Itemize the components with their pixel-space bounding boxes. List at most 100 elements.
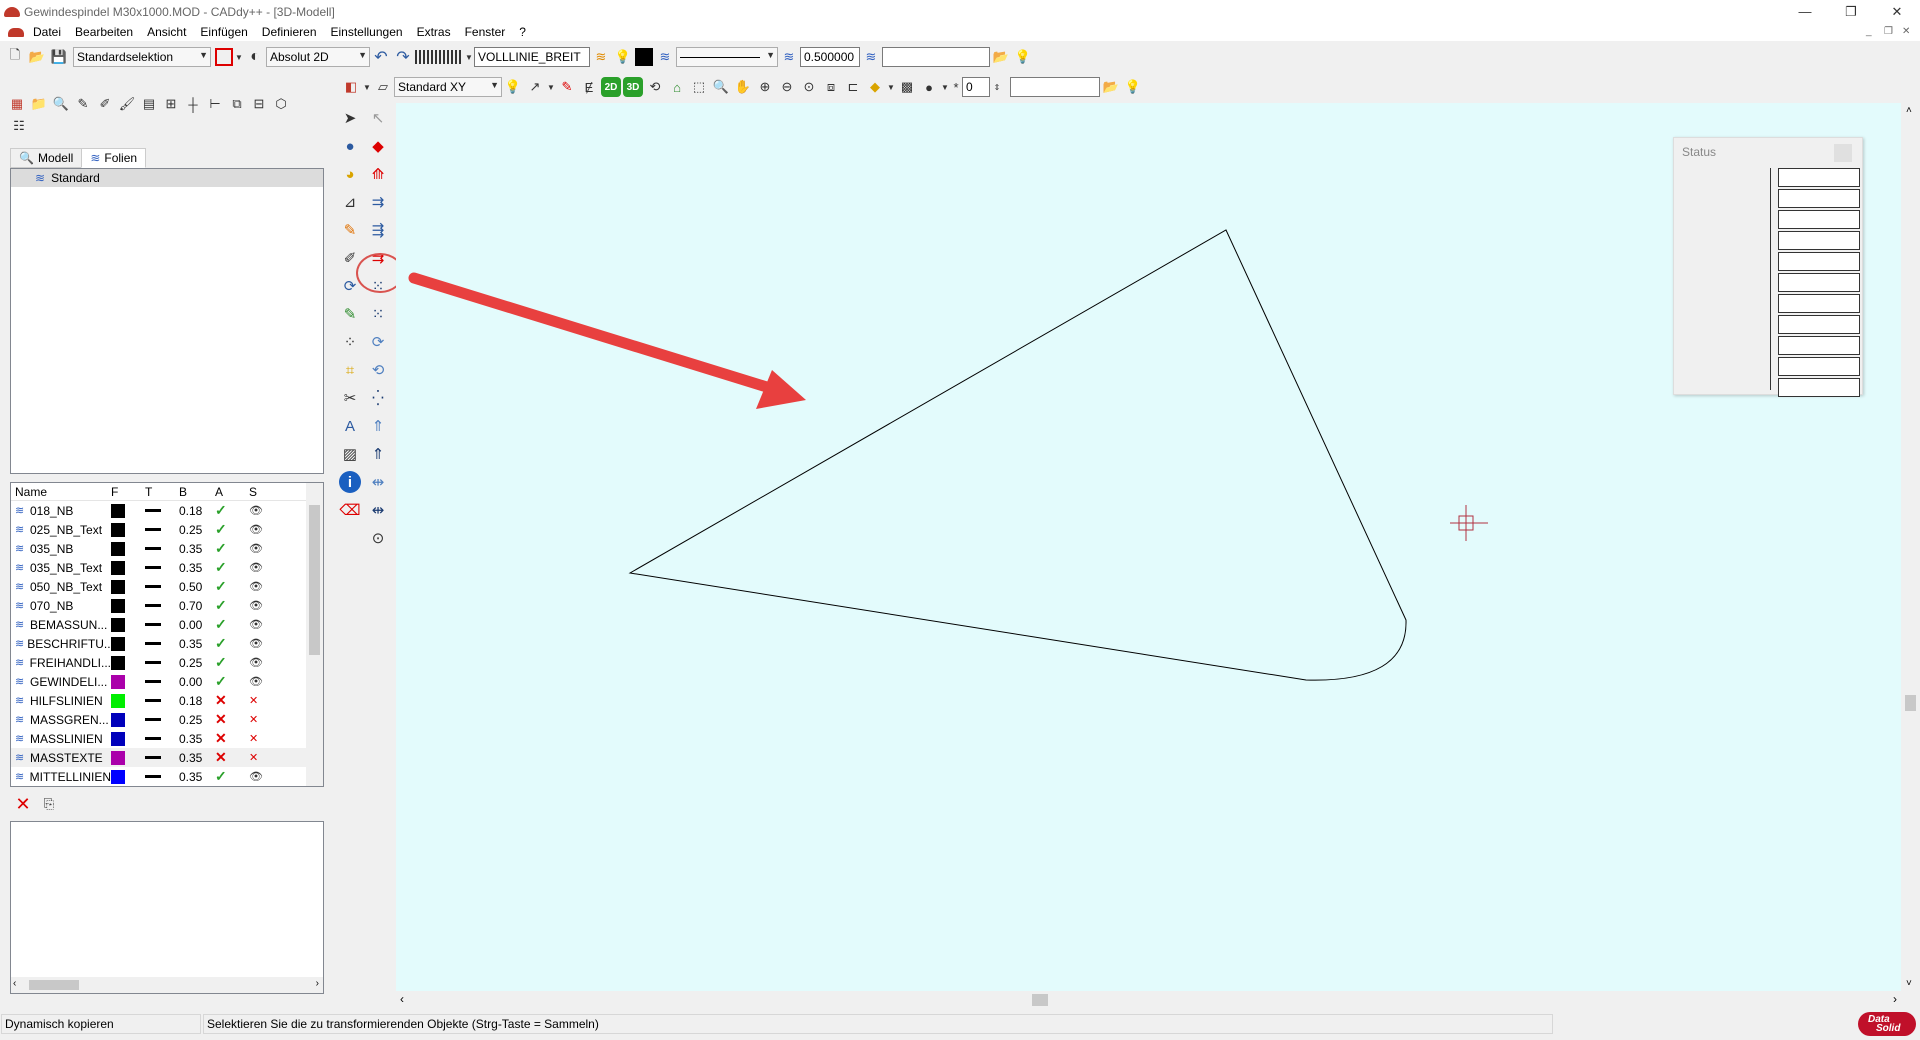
table-row[interactable]: ≋ MITTELLINIEN 0.35 ✓ 👁 [11,767,323,786]
table-row[interactable]: ≋ GEWINDELI... 0.00 ✓ 👁 [11,672,323,691]
hidden-x-icon[interactable]: ✕ [249,694,279,707]
table-row[interactable]: ≋ 035_NB_Text 0.35 ✓ 👁 [11,558,323,577]
spinner-icon[interactable]: ⇕ [991,77,1003,97]
color-swatch-icon[interactable] [635,48,653,66]
layer-color-cell[interactable] [111,541,145,556]
table-row[interactable]: ≋ FREIHANDLI... 0.25 ✓ 👁 [11,653,323,672]
point-icon[interactable]: ⁘ [339,331,361,353]
visible-eye-icon[interactable]: 👁 [249,523,279,536]
dropdown-arrow-icon[interactable]: ▼ [941,77,949,97]
active-check-icon[interactable]: ✓ [215,654,249,671]
scroll-left-icon[interactable]: ‹ [13,978,16,989]
scrollbar-thumb[interactable] [29,980,79,990]
menu-help[interactable]: ? [512,25,533,39]
crosshair-icon[interactable]: ┼ [183,94,203,114]
col-f-header[interactable]: F [111,485,145,499]
sphere-icon[interactable]: ● [339,135,361,157]
mirror-h2-icon[interactable]: ⇹ [367,499,389,521]
visible-eye-icon[interactable]: 👁 [249,637,279,650]
visible-eye-icon[interactable]: 👁 [249,504,279,517]
table-row[interactable]: ≋ MASSTEXTE 0.35 ✕ ✕ [11,748,323,767]
status-window-close-button[interactable] [1834,144,1852,162]
active-check-icon[interactable]: ✓ [215,540,249,557]
active-check-icon[interactable]: ✓ [215,597,249,614]
table-row[interactable]: ≋ HILFSLINIEN 0.18 ✕ ✕ [11,691,323,710]
layer-linetype-cell[interactable] [145,718,179,721]
cube-icon[interactable]: ⬡ [271,94,291,114]
layer-color-cell[interactable] [111,769,145,784]
delete-layer-icon[interactable]: ✕ [13,794,33,814]
line-width-icon[interactable]: ≋ [779,47,799,67]
scrollbar-thumb[interactable] [309,505,320,655]
active-check-icon[interactable]: ✓ [215,616,249,633]
hatch-icon[interactable]: ▨ [339,443,361,465]
cylinder-icon[interactable]: ⊟ [249,94,269,114]
move-arrows-icon[interactable]: ⇶ [367,219,389,241]
light-icon[interactable]: 💡 [503,77,523,97]
cursor-mode-icon[interactable]: ↗ [525,77,545,97]
dimension-icon[interactable]: ⊢ [205,94,225,114]
zoom-box-icon[interactable]: 🔍 [711,77,731,97]
menu-fenster[interactable]: Fenster [458,25,513,39]
visible-eye-icon[interactable]: 👁 [249,675,279,688]
wireframe-icon[interactable]: ▩ [897,77,917,97]
box-icon[interactable]: ⧉ [227,94,247,114]
minimize-button[interactable]: — [1782,0,1828,23]
level-field[interactable]: 0 [962,77,990,97]
text-ab-icon[interactable]: A [339,415,361,437]
zoom-out-icon[interactable]: ⊖ [777,77,797,97]
asterisk-icon[interactable]: * [951,77,961,97]
pen-icon[interactable]: ✎ [73,94,93,114]
dropdown-arrow-icon[interactable]: ▼ [465,47,473,67]
doc-icon[interactable] [8,27,24,37]
layer-stack-icon[interactable]: ≋ [861,47,881,67]
dropdown-arrow-icon[interactable]: ▼ [887,77,895,97]
layer-linetype-cell[interactable] [145,585,179,588]
column-icon[interactable]: ⊞ [161,94,181,114]
dropdown-arrow-icon[interactable]: ▼ [363,77,371,97]
move-red-icon[interactable]: ◆ [367,135,389,157]
layer-table-scrollbar[interactable] [306,483,323,786]
table-row[interactable]: ≋ 018_NB 0.18 ✓ 👁 [11,501,323,520]
open-folder-icon[interactable]: 📂 [27,47,47,67]
active-check-icon[interactable]: ✓ [215,578,249,595]
filter-icon[interactable]: ⎘ [39,794,59,814]
table-row[interactable]: ≋ MASSGREN... 0.25 ✕ ✕ [11,710,323,729]
dimension-icon[interactable]: ⊿ [339,191,361,213]
sphere-icon[interactable]: ● [919,77,939,97]
tab-model[interactable]: 🔍 Modell [10,148,83,168]
visible-eye-icon[interactable]: 👁 [249,580,279,593]
lightbulb-icon[interactable]: 💡 [1123,77,1143,97]
coordinate-icon[interactable]: ◐ [245,47,265,67]
table-row[interactable]: ≋ BESCHRIFTU... 0.35 ✓ 👁 [11,634,323,653]
mdi-minimize-icon[interactable]: _ [1866,26,1872,37]
layer-light-icon[interactable]: 💡 [613,47,633,67]
mirror-h-icon[interactable]: ⇹ [367,471,389,493]
coordinate-mode-combo[interactable]: Absolut 2D ▼ [266,47,370,67]
new-file-icon[interactable]: 🗋 [5,47,25,67]
hidden-x-icon[interactable]: ✕ [249,751,279,764]
view-2d-button[interactable]: 2D [601,77,621,97]
tab-layers[interactable]: ≋ Folien [81,148,147,168]
text-tool-icon[interactable]: ✂ [339,387,361,409]
select-box-icon[interactable] [215,48,233,66]
undo-icon[interactable]: ↶ [371,47,391,67]
layer-color-cell[interactable] [111,560,145,575]
plane-icon[interactable]: ▱ [373,77,393,97]
zoom-window-icon[interactable]: ⬚ [689,77,709,97]
view-combo[interactable]: Standard XY ▼ [394,77,502,97]
table-row[interactable]: ≋ 050_NB_Text 0.50 ✓ 👁 [11,577,323,596]
pointer-icon[interactable]: ➤ [339,107,361,129]
globe-icon[interactable]: ◕ [339,163,361,185]
table-row[interactable]: ≋ BEMASSUN... 0.00 ✓ 👁 [11,615,323,634]
layer-linetype-cell[interactable] [145,547,179,550]
zoom-all-icon[interactable]: ⊙ [799,77,819,97]
col-s-header[interactable]: S [249,485,279,499]
mirror-up-icon[interactable]: ⇑ [367,415,389,437]
dropdown-arrow-icon[interactable]: ▼ [235,47,243,67]
view-text-field[interactable] [1010,77,1100,97]
copy-arrows-icon[interactable]: ⇉ [367,191,389,213]
scrollbar-thumb[interactable] [1905,695,1916,711]
active-check-icon[interactable]: ✓ [215,673,249,690]
circle-point-icon[interactable]: ⊙ [367,527,389,549]
